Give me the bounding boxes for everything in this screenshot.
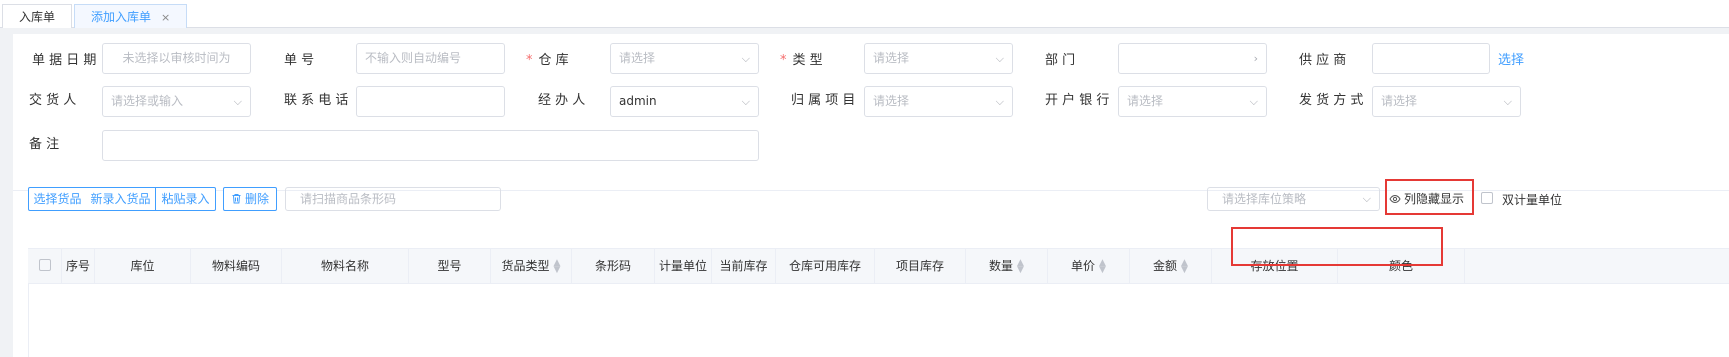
dual-unit-label: 双计量单位 — [1502, 193, 1563, 207]
th-unit-price-label: 单价 — [1071, 259, 1096, 273]
handler-value: admin — [619, 94, 657, 108]
select-all-checkbox[interactable] — [39, 259, 51, 271]
location-strategy-select[interactable]: 请选择库位策略 ⌵ — [1207, 187, 1380, 211]
handler-label: 经 办 人 — [538, 93, 586, 108]
select-all-cell — [28, 249, 62, 283]
sort-icon[interactable]: ▲ ▼ — [554, 258, 561, 274]
select-goods-button[interactable]: 选择货品 — [28, 187, 87, 211]
barcode-scan-input[interactable]: 请扫描商品条形码 — [285, 187, 501, 211]
th-goods-type[interactable]: 货品类型 ▲ ▼ — [491, 249, 572, 283]
table-header: 序号 库位 物料编码 物料名称 型号 货品类型 ▲ ▼ 条形码 计量单位 当前库存 … — [28, 248, 1729, 284]
phone-input[interactable] — [356, 86, 505, 117]
project-label: 归 属 项 目 — [791, 93, 856, 108]
th-amount[interactable]: 金额 ▲ ▼ — [1130, 249, 1212, 283]
tab-bar: 入库单 添加入库单 × — [0, 0, 1729, 28]
type-select[interactable]: 请选择 ⌵ — [864, 43, 1013, 74]
project-select[interactable]: 请选择 ⌵ — [864, 86, 1013, 117]
tab-label: 添加入库单 — [91, 10, 152, 24]
th-current-stock: 当前库存 — [712, 249, 776, 283]
strategy-placeholder: 请选择库位策略 — [1222, 192, 1307, 206]
chevron-down-icon: ⌵ — [741, 52, 750, 65]
delete-button[interactable]: 删除 — [223, 187, 277, 211]
left-strip — [0, 28, 13, 357]
chevron-down-icon: ⌵ — [1503, 95, 1512, 108]
highlight-box-columns — [1231, 227, 1443, 266]
project-placeholder: 请选择 — [873, 94, 910, 108]
sort-icon[interactable]: ▲ ▼ — [1099, 258, 1106, 274]
th-quantity-label: 数量 — [989, 259, 1014, 273]
shipping-placeholder: 请选择 — [1381, 94, 1418, 108]
remark-label: 备 注 — [29, 137, 60, 152]
th-available-stock: 仓库可用库存 — [776, 249, 875, 283]
th-material-name: 物料名称 — [282, 249, 409, 283]
shipping-label: 发 货 方 式 — [1299, 93, 1364, 108]
warehouse-label: * 仓 库 — [526, 46, 606, 76]
th-unit: 计量单位 — [655, 249, 712, 283]
deliverer-placeholder: 请选择或输入 — [111, 94, 184, 108]
th-project-stock: 项目库存 — [875, 249, 966, 283]
dual-unit-checkbox[interactable] — [1481, 192, 1493, 204]
sort-icon[interactable]: ▲ ▼ — [1017, 258, 1024, 274]
bank-select[interactable]: 请选择 ⌵ — [1118, 86, 1267, 117]
tab-label: 入库单 — [19, 10, 56, 24]
th-location: 库位 — [95, 249, 191, 283]
required-mark: * — [780, 53, 787, 68]
th-amount-label: 金额 — [1153, 259, 1178, 273]
supplier-input[interactable] — [1372, 43, 1490, 74]
chevron-down-icon: ⌵ — [741, 95, 750, 108]
supplier-label: 供 应 商 — [1299, 53, 1347, 68]
highlight-box-column-toggle — [1385, 179, 1474, 215]
new-goods-button[interactable]: 新录入货品 — [86, 187, 156, 211]
th-material-code: 物料编码 — [191, 249, 282, 283]
number-label: 单 号 — [284, 53, 315, 68]
remark-input[interactable] — [102, 130, 759, 161]
date-input[interactable]: 未选择以审核时间为 — [102, 43, 251, 74]
delete-label: 删除 — [244, 192, 269, 206]
th-unit-price[interactable]: 单价 ▲ ▼ — [1048, 249, 1130, 283]
dept-select[interactable]: › — [1118, 43, 1267, 74]
close-icon[interactable]: × — [161, 11, 170, 24]
bank-label: 开 户 银 行 — [1045, 93, 1110, 108]
tab-stock-in-list[interactable]: 入库单 — [2, 4, 73, 28]
tab-add-stock-in[interactable]: 添加入库单 × — [74, 4, 188, 28]
th-goods-type-label: 货品类型 — [501, 259, 550, 273]
required-mark: * — [526, 53, 533, 68]
supplier-select-link[interactable]: 选择 — [1498, 49, 1524, 68]
type-label: * 类 型 — [780, 46, 860, 76]
deliverer-select[interactable]: 请选择或输入 ⌵ — [102, 86, 251, 117]
table-body — [28, 284, 1729, 357]
th-barcode: 条形码 — [572, 249, 655, 283]
date-label: 单 据 日 期 — [32, 53, 97, 68]
handler-select[interactable]: admin ⌵ — [610, 86, 759, 117]
warehouse-select[interactable]: 请选择 ⌵ — [610, 43, 759, 74]
phone-label: 联 系 电 话 — [284, 93, 349, 108]
sort-icon[interactable]: ▲ ▼ — [1181, 258, 1188, 274]
warehouse-placeholder: 请选择 — [619, 51, 656, 65]
th-model: 型号 — [409, 249, 491, 283]
paste-entry-button[interactable]: 粘贴录入 — [156, 187, 216, 211]
chevron-down-icon: ⌵ — [995, 95, 1004, 108]
th-index: 序号 — [62, 249, 95, 283]
chevron-down-icon: ⌵ — [1249, 95, 1258, 108]
trash-icon — [232, 194, 241, 204]
chevron-down-icon: ⌵ — [995, 52, 1004, 65]
shipping-select[interactable]: 请选择 ⌵ — [1372, 86, 1521, 117]
type-label-text: 类 型 — [792, 53, 823, 68]
deliverer-label: 交 货 人 — [29, 93, 77, 108]
th-quantity[interactable]: 数量 ▲ ▼ — [966, 249, 1048, 283]
chevron-down-icon: ⌵ — [1362, 192, 1371, 205]
chevron-right-icon: › — [1253, 52, 1258, 65]
number-input[interactable]: 不输入则自动编号 — [356, 43, 505, 74]
type-placeholder: 请选择 — [873, 51, 910, 65]
chevron-down-icon: ⌵ — [233, 95, 242, 108]
dept-label: 部 门 — [1045, 53, 1076, 68]
bank-placeholder: 请选择 — [1127, 94, 1164, 108]
warehouse-label-text: 仓 库 — [538, 53, 569, 68]
